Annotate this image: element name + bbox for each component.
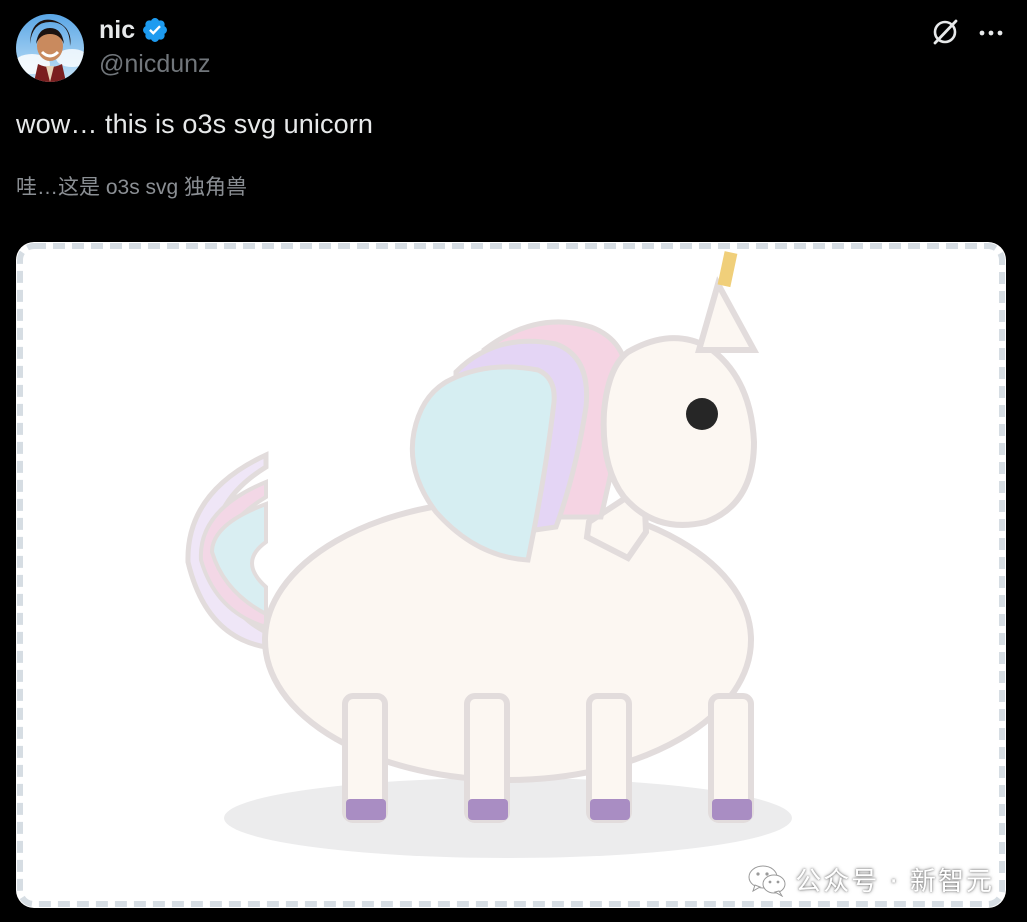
translated-text: 哇…这是 o3s svg 独角兽 [16,176,248,199]
avatar-image [16,14,84,82]
display-name-row: nic [99,14,211,46]
unicorn-head [600,335,758,528]
author-info: nic @nicdunz [99,14,211,79]
wechat-icon [747,863,787,897]
more-options-icon[interactable] [977,18,1005,46]
author-handle[interactable]: @nicdunz [99,50,211,79]
display-name[interactable]: nic [99,16,135,45]
verified-badge-icon [141,16,169,44]
watermark-text: 公众号 · 新智元 [795,867,994,897]
unicorn-illustration [17,243,1005,907]
watermark: 公众号 · 新智元 [747,861,994,898]
tweet-header: nic @nicdunz [16,14,1011,84]
tweet-text: wow… this is o3s svg unicorn [16,109,373,139]
unicorn-eye [686,398,718,430]
grok-icon[interactable] [931,18,959,46]
tweet-media-image[interactable]: 公众号 · 新智元 [16,242,1006,908]
avatar[interactable] [16,14,84,82]
